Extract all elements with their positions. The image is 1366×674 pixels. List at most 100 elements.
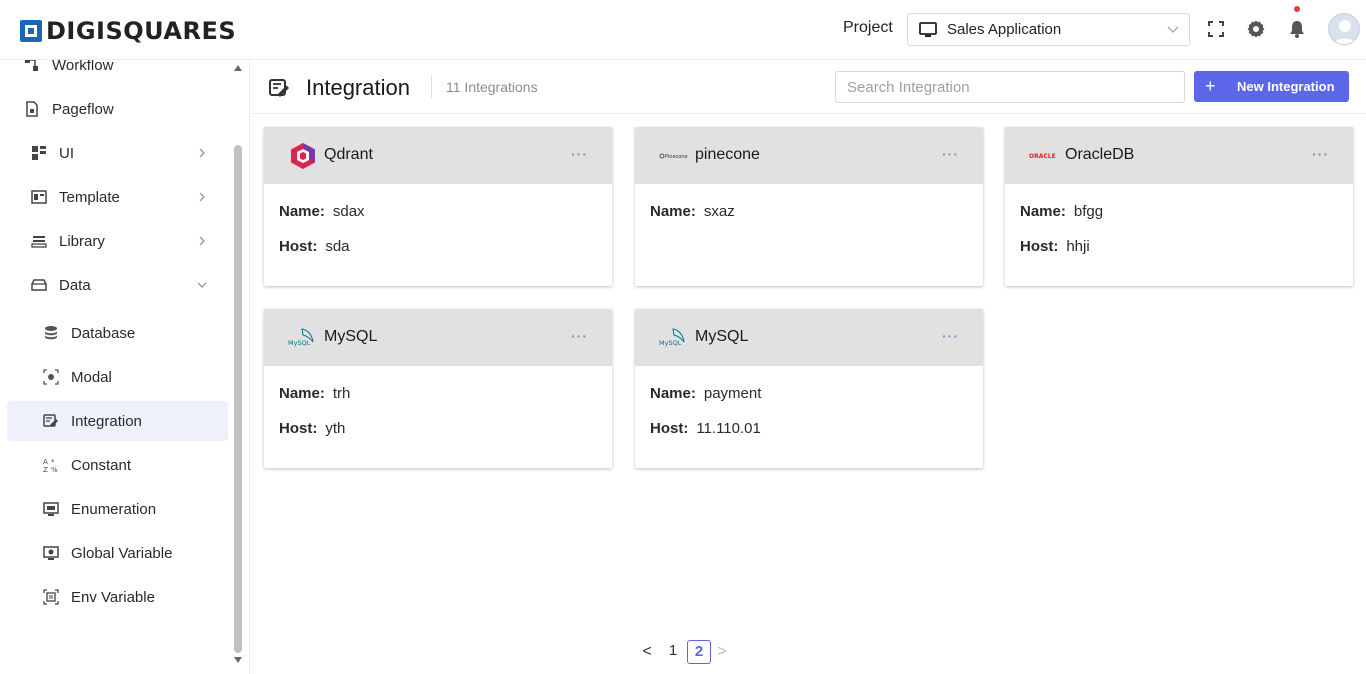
- template-icon: [31, 190, 47, 204]
- sidebar-item-library[interactable]: Library: [0, 221, 232, 261]
- card-name-row: Name: bfgg: [1020, 203, 1103, 220]
- sidebar-item-label: Workflow: [52, 60, 114, 74]
- card-field-value: sxaz: [703, 203, 735, 220]
- card-name-row: Name: sxaz: [650, 203, 735, 220]
- integration-card[interactable]: Pinecone pinecone ··· Name: sxaz: [635, 127, 983, 286]
- sidebar-item-template[interactable]: Template: [0, 177, 232, 217]
- integration-card[interactable]: Qdrant ··· Name: sdax Host: sda: [264, 127, 612, 286]
- sidebar-item-label: Template: [59, 188, 120, 206]
- integration-card[interactable]: ORACLE OracleDB ··· Name: bfgg Host: hhji: [1005, 127, 1353, 286]
- sidebar-item-label: Enumeration: [71, 500, 157, 518]
- project-label: Project: [843, 19, 893, 36]
- avatar[interactable]: [1328, 13, 1360, 45]
- card-field-label: Host:: [650, 420, 689, 437]
- mysql-logo-icon: MySQL: [659, 328, 685, 347]
- sidebar-item-label: Data: [59, 276, 91, 294]
- sidebar-item-integration[interactable]: Integration: [7, 401, 228, 441]
- card-field-label: Name:: [1020, 203, 1066, 220]
- card-header: MySQL MySQL ···: [264, 309, 612, 366]
- sidebar-item-modal[interactable]: Modal: [0, 357, 232, 397]
- more-options-icon[interactable]: ···: [1312, 147, 1329, 161]
- notification-dot: [1294, 6, 1300, 12]
- chevron-right-icon: [199, 148, 205, 158]
- card-host-row: Host: yth: [279, 420, 345, 437]
- card-field-value: hhji: [1066, 238, 1090, 255]
- more-options-icon[interactable]: ···: [571, 147, 588, 161]
- sidebar-item-label: Global Variable: [71, 544, 173, 562]
- chevron-right-icon: [199, 236, 205, 246]
- more-options-icon[interactable]: ···: [571, 329, 588, 343]
- card-field-label: Name:: [279, 203, 325, 220]
- card-field-value: sdax: [332, 203, 365, 220]
- card-field-label: Name:: [279, 385, 325, 402]
- pagination: < 1 2 >: [638, 640, 731, 664]
- database-icon: [45, 326, 57, 340]
- sidebar-item-ui[interactable]: UI: [0, 133, 232, 173]
- sidebar-item-database[interactable]: Database: [0, 313, 232, 353]
- oracle-logo-icon: ORACLE: [1029, 153, 1056, 160]
- workflow-icon: [25, 60, 38, 71]
- svg-text:Z: Z: [43, 466, 48, 473]
- sidebar-item-workflow[interactable]: Workflow: [0, 60, 232, 85]
- brand-name: DIGISQUARES: [46, 17, 237, 45]
- integration-card[interactable]: MySQL MySQL ··· Name: trh Host: yth: [264, 309, 612, 468]
- library-icon: [31, 236, 47, 248]
- chevron-down-icon: [197, 282, 207, 288]
- integration-icon: [43, 414, 58, 427]
- gear-icon[interactable]: [1246, 19, 1266, 39]
- data-icon: [31, 279, 47, 291]
- card-field-label: Name:: [650, 385, 696, 402]
- card-name-row: Name: payment: [650, 385, 761, 402]
- card-host-row: Host: sda: [279, 238, 350, 255]
- pagination-page-1[interactable]: 1: [661, 640, 685, 664]
- card-field-label: Host:: [279, 238, 318, 255]
- card-header: Pinecone pinecone ···: [635, 127, 983, 184]
- svg-text:MySQL: MySQL: [288, 339, 311, 347]
- card-header: MySQL MySQL ···: [635, 309, 983, 366]
- sidebar-item-data[interactable]: Data: [0, 265, 232, 305]
- card-title: MySQL: [695, 328, 749, 345]
- integration-icon: [269, 79, 289, 97]
- svg-text:*: *: [51, 458, 55, 466]
- mysql-logo-icon: MySQL: [288, 328, 314, 347]
- card-header: ORACLE OracleDB ···: [1005, 127, 1353, 184]
- brand-logo[interactable]: DIGISQUARES: [20, 17, 236, 45]
- integration-card[interactable]: MySQL MySQL ··· Name: payment Host: 11.110…: [635, 309, 983, 468]
- card-title: MySQL: [324, 328, 378, 345]
- project-select[interactable]: Sales Application: [907, 13, 1190, 46]
- more-options-icon[interactable]: ···: [942, 329, 959, 343]
- sidebar-scrollbar[interactable]: [234, 145, 242, 653]
- modal-icon: [43, 369, 59, 385]
- card-field-value: payment: [703, 385, 762, 402]
- sidebar-item-label: Database: [71, 324, 136, 342]
- more-options-icon[interactable]: ···: [942, 147, 959, 161]
- scroll-up-arrow-icon[interactable]: [234, 65, 242, 71]
- fullscreen-icon[interactable]: [1206, 19, 1226, 39]
- card-field-value: sda: [325, 238, 350, 255]
- sidebar-item-global-variable[interactable]: Global Variable: [0, 533, 232, 573]
- search-input[interactable]: [835, 71, 1185, 103]
- pagination-page-2[interactable]: 2: [687, 640, 711, 664]
- pagination-prev[interactable]: <: [638, 643, 656, 661]
- sidebar-item-enumeration[interactable]: Enumeration: [0, 489, 232, 529]
- monitor-icon: [919, 21, 937, 37]
- sidebar-item-label: Integration: [71, 412, 142, 430]
- sidebar-item-pageflow[interactable]: Pageflow: [0, 89, 232, 129]
- integration-count: 11 Integrations: [446, 79, 538, 95]
- chevron-down-icon: [1167, 26, 1179, 33]
- sidebar-item-label: Modal: [71, 368, 112, 386]
- bell-icon[interactable]: [1287, 19, 1307, 39]
- card-field-value: trh: [332, 385, 351, 402]
- top-bar: DIGISQUARES Project Sales Application: [0, 0, 1366, 60]
- enumeration-icon: [43, 502, 59, 516]
- pagination-next[interactable]: >: [713, 643, 731, 661]
- logo-mark-icon: [20, 20, 42, 42]
- sidebar-item-env-variable[interactable]: Env Variable: [0, 577, 232, 617]
- page-title: Integration: [306, 75, 410, 100]
- sidebar-item-constant[interactable]: A * Z% Constant: [0, 445, 232, 485]
- user-avatar-icon: [1333, 20, 1357, 44]
- card-title: OracleDB: [1065, 146, 1135, 163]
- new-integration-button[interactable]: + New Integration: [1194, 71, 1349, 102]
- plus-icon: +: [1205, 76, 1216, 96]
- scroll-down-arrow-icon[interactable]: [234, 657, 242, 663]
